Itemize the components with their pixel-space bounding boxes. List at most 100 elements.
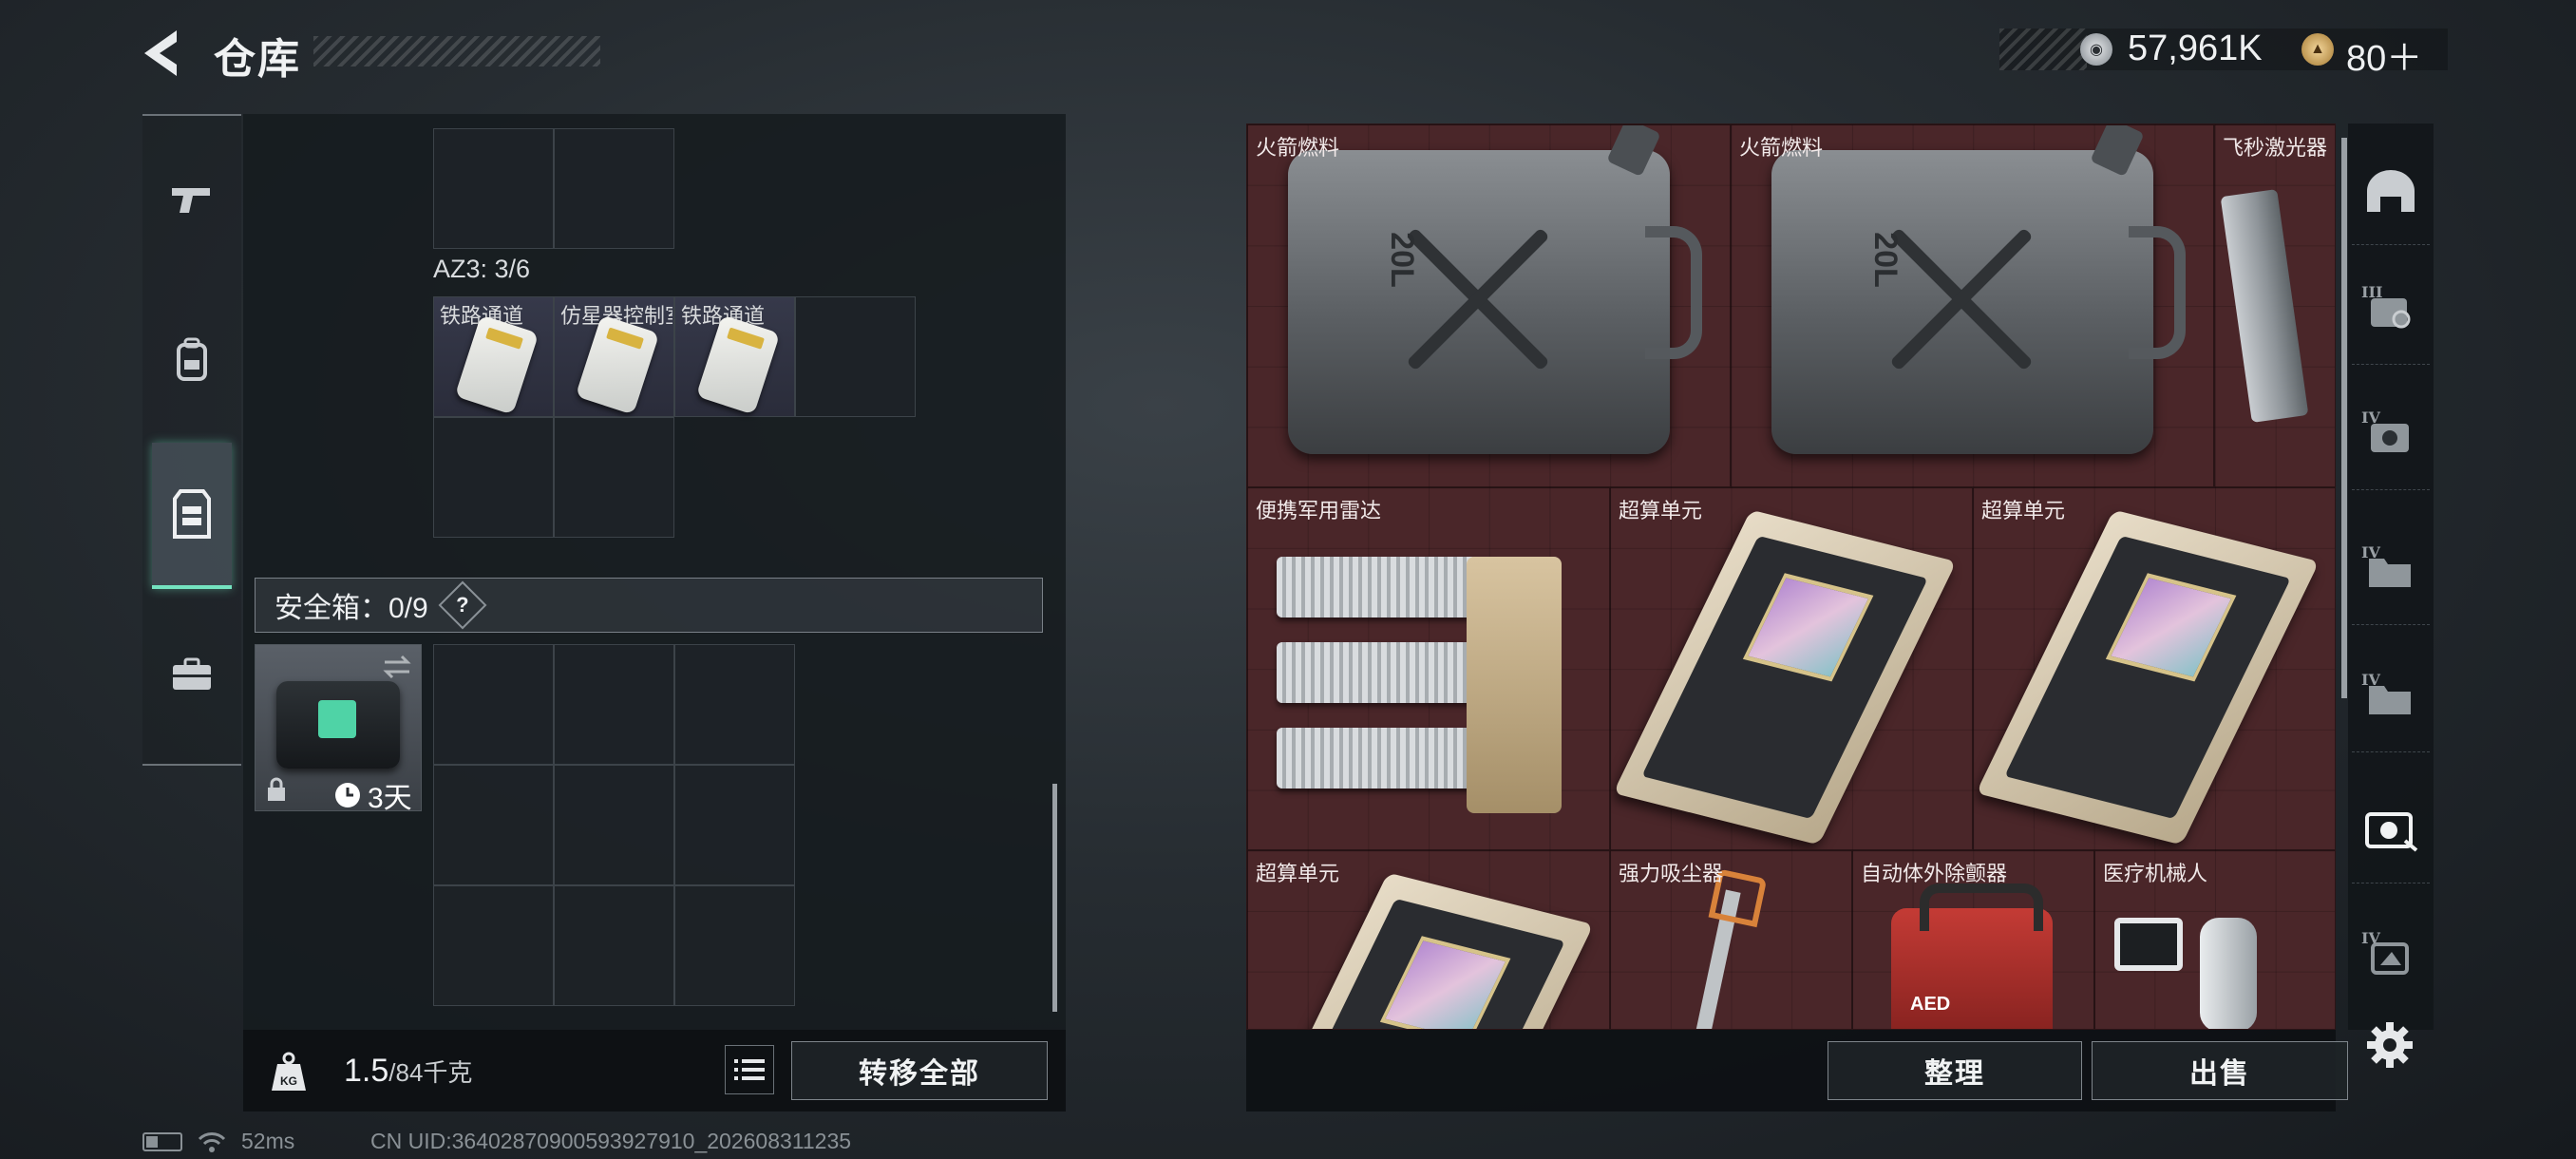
safe-case-icon	[276, 681, 400, 769]
weight-current: 1.5	[344, 1053, 389, 1089]
status-bar: 52ms	[142, 1129, 294, 1154]
container-section-label: AZ3: 3/6	[433, 255, 531, 283]
safe-slot[interactable]	[433, 885, 554, 1006]
item-label: 医疗机械人	[2103, 862, 2208, 885]
circuit-board-icon	[1613, 509, 1957, 846]
safe-box-item[interactable]: 3天	[255, 644, 422, 814]
title-decoration	[313, 36, 600, 66]
coin-balance: 57,961K	[2128, 28, 2263, 68]
helmet-icon	[2367, 169, 2415, 212]
item-label: 飞秒激光器	[2223, 136, 2328, 160]
weight-box: KG	[253, 1037, 325, 1106]
gun-icon	[172, 188, 210, 213]
filter-tier4-docs[interactable]: IV	[2352, 646, 2430, 752]
settings-button[interactable]	[2363, 1018, 2416, 1072]
medical-robot-icon	[2114, 918, 2304, 1029]
fuel-can-icon: 20L	[1288, 125, 1702, 454]
ping-label: 52ms	[241, 1129, 295, 1153]
item-filter-icon	[2365, 811, 2418, 852]
sort-button[interactable]: 整理	[1828, 1041, 2082, 1100]
stash-scrollbar[interactable]	[2341, 138, 2347, 698]
tab-weapons[interactable]	[152, 142, 232, 256]
filter-items[interactable]	[2352, 777, 2430, 884]
swap-icon[interactable]	[381, 653, 413, 681]
tab-vest[interactable]	[152, 443, 232, 589]
inventory-item[interactable]: 仿星器控制室门禁	[554, 296, 674, 417]
safe-slot[interactable]	[433, 765, 554, 885]
vacuum-icon	[1686, 889, 1741, 1029]
stash-item[interactable]: 超算单元	[1973, 487, 2335, 850]
circuit-board-icon	[1976, 509, 2320, 846]
safe-slot[interactable]	[674, 765, 795, 885]
token-balance[interactable]: 80＋	[2346, 28, 2422, 81]
item-label: 便携军用雷达	[1256, 499, 1382, 522]
item-label: 自动体外除颤器	[1861, 862, 2008, 885]
keycard-icon	[695, 314, 781, 415]
safe-slot[interactable]	[433, 644, 554, 765]
stash-item[interactable]: 便携军用雷达	[1247, 487, 1610, 850]
safe-slot[interactable]	[554, 644, 674, 765]
weight-readout: 1.5/84千克	[344, 1053, 472, 1090]
help-icon[interactable]: ?	[438, 580, 487, 630]
token-icon: ▲	[2301, 33, 2334, 66]
defibrillator-icon	[1891, 884, 2053, 1029]
stash-item[interactable]: 火箭燃料 20L	[1731, 124, 2214, 487]
grid-slot[interactable]	[433, 417, 554, 538]
inventory-item[interactable]: 铁路通道	[674, 296, 795, 417]
keycard-icon	[575, 314, 660, 415]
vest-icon	[173, 489, 211, 539]
safe-slot[interactable]	[674, 644, 795, 765]
scrollbar[interactable]	[1052, 784, 1057, 1012]
item-label: 强力吸尘器	[1619, 862, 1724, 885]
safe-box-label: 安全箱：0/9	[275, 593, 428, 624]
transfer-all-button[interactable]: 转移全部	[791, 1041, 1048, 1100]
list-view-button[interactable]	[725, 1045, 774, 1094]
grid-slot[interactable]	[795, 296, 916, 417]
back-arrow-icon	[144, 30, 177, 76]
safe-slot[interactable]	[674, 885, 795, 1006]
stash-panel: 火箭燃料 20L 火箭燃料 20L 飞秒激光器 便携军用雷达 超算单元 超算单元…	[1246, 124, 2336, 1030]
stash-item[interactable]: 强力吸尘器	[1610, 850, 1852, 1029]
filter-tier3[interactable]: III	[2352, 258, 2430, 365]
wifi-icon	[198, 1131, 226, 1152]
stash-item[interactable]: 飞秒激光器	[2214, 124, 2335, 487]
timer: 3天	[333, 774, 412, 816]
tab-case[interactable]	[152, 618, 232, 732]
stash-item[interactable]: 医疗机械人	[2094, 850, 2335, 1029]
item-label: 超算单元	[1619, 499, 1703, 522]
safe-slot[interactable]	[554, 765, 674, 885]
item-label: 超算单元	[1256, 862, 1340, 885]
grid-slot[interactable]	[433, 128, 554, 249]
filter-helmet[interactable]	[2352, 139, 2430, 245]
item-label: 火箭燃料	[1739, 136, 1824, 160]
backpack-icon	[177, 337, 207, 381]
clock-icon	[335, 783, 360, 808]
currency-decoration	[1999, 28, 2087, 70]
weight-icon: KG	[272, 1052, 306, 1091]
grid-slot[interactable]	[554, 128, 674, 249]
stash-item[interactable]: 超算单元	[1610, 487, 1973, 850]
filter-tier4[interactable]: IV	[2352, 384, 2430, 490]
fuel-can-icon: 20L	[1771, 125, 2186, 454]
coin-icon: ◉	[2080, 33, 2112, 66]
list-icon	[734, 1059, 765, 1080]
weight-max: /84千克	[388, 1058, 473, 1087]
inventory-item[interactable]: 铁路通道	[433, 296, 554, 417]
keycard-icon	[454, 314, 540, 415]
stash-item[interactable]: 火箭燃料 20L	[1247, 124, 1731, 487]
safe-slot[interactable]	[554, 885, 674, 1006]
radar-icon	[1277, 547, 1571, 823]
grid-slot[interactable]	[554, 417, 674, 538]
tab-backpack[interactable]	[152, 302, 232, 416]
case-icon	[173, 657, 211, 690]
filter-tier4-misc[interactable]: IV	[2352, 904, 2430, 1011]
gear-icon	[2367, 1022, 2413, 1068]
stash-item[interactable]: 超算单元	[1247, 850, 1610, 1029]
back-button[interactable]	[141, 27, 186, 80]
laser-device-icon	[2220, 188, 2309, 424]
uid-label: CN UID:364028709005939279​10_20260831123…	[370, 1129, 852, 1153]
sell-button[interactable]: 出售	[2092, 1041, 2348, 1100]
item-label: 超算单元	[1981, 499, 2066, 522]
filter-tier4-folder[interactable]: IV	[2352, 519, 2430, 625]
stash-item[interactable]: 自动体外除颤器	[1852, 850, 2094, 1029]
